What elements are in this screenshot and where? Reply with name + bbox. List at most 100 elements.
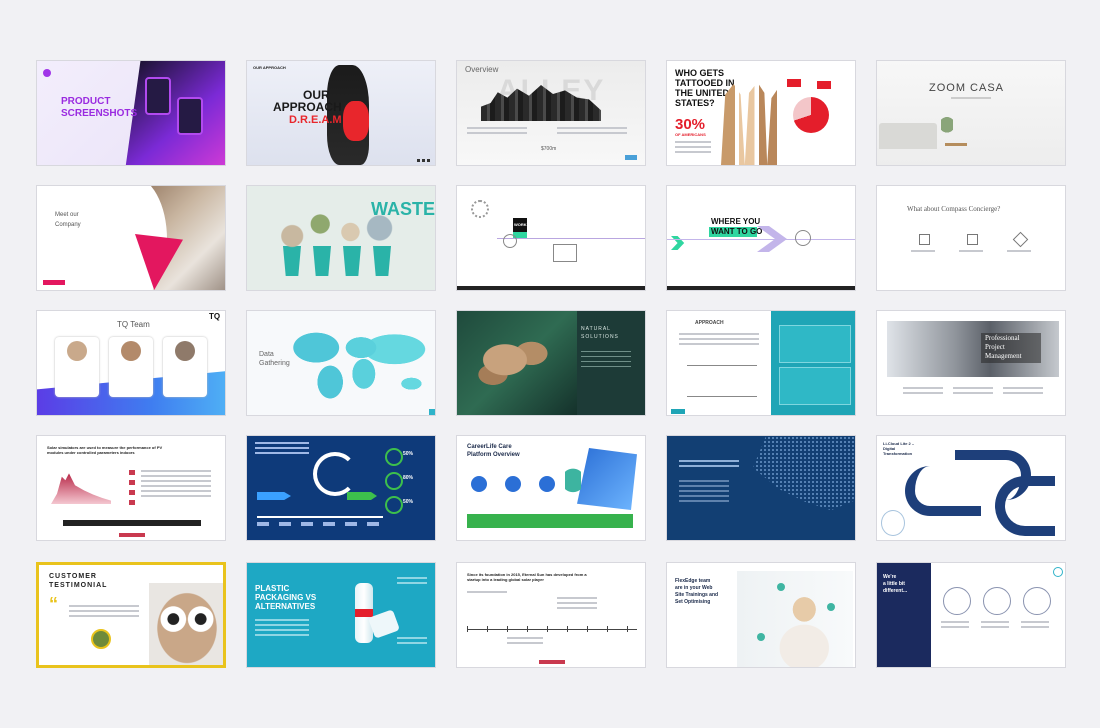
timeline-labels [257,522,383,526]
slide-thumbnail-digital-transformation[interactable]: Li-Cloud Lite 2 – Digital Transformation [876,435,1066,541]
slide-thumbnail-careerlife-care[interactable]: CareerLife Care Platform Overview [456,435,646,541]
slide-thumbnail-solar-simulators[interactable]: Solar simulators are used to measure the… [36,435,226,541]
slide-thumbnail-data-gathering[interactable]: Data Gathering [246,310,436,416]
text-lines [557,597,597,612]
slide-thumbnail-natural-solutions[interactable]: NATURAL SOLUTIONS [456,310,646,416]
brand-name: ZOOM CASA [929,82,1005,94]
bottle-label [355,609,373,617]
slide-thumbnail-approach[interactable]: APPROACH [666,310,856,416]
slide-title-line1: NATURAL [581,326,611,332]
sun-icon [471,200,489,218]
phone-mockup-image [145,77,171,115]
green-info-bar [467,514,633,528]
slide-thumbnail-overview[interactable]: Overview ALLEY $700m [456,60,646,166]
slide-title-line1: WHERE YOU [711,217,761,226]
line-art-icon [943,587,971,615]
laptop-line-icon [553,244,577,262]
network-node-icon [777,583,785,591]
phone-mockup-image [177,97,203,135]
slide-title-line3: Transformation [883,451,913,456]
text-lines [581,351,631,369]
text-lines [141,470,211,500]
slide-thumbnail-where-you-want-to-go[interactable]: WHERE YOU WANT TO GO [666,185,856,291]
text-lines [959,250,983,255]
slide-title-line1: We're [883,574,897,580]
logo-dot-icon [43,69,51,77]
text-lines [255,619,309,639]
slide-thumbnail-customer-testimonial[interactable]: CUSTOMER TESTIMONIAL “ [36,562,226,668]
slide-title: Overview [465,65,499,74]
hand-line-icon [795,230,811,246]
feature-icon [505,476,521,492]
slide-thumbnail-we-are-different[interactable]: We're a little bit different... [876,562,1066,668]
slide-thumbnail-eternal-sun-timeline[interactable]: Since its foundation in 2015, Eternal Su… [456,562,646,668]
slide-thumbnail-meet-our-company[interactable]: Meet our Company [36,185,226,291]
text-lines [1003,387,1043,397]
process-diagram-icon [687,365,757,397]
slide-title-line2: modules under controlled parameters indo… [47,450,135,455]
pie-chart-icon [793,97,829,133]
corner-mark-icon [1053,567,1063,577]
list-icons [129,470,135,510]
slide-thumbnail-dot-map[interactable] [666,435,856,541]
avatar [67,341,87,361]
people-photo-image [721,82,791,165]
text-lines [679,480,729,505]
text-lines [397,577,427,587]
slide-title-line4: Set Optimising [675,599,711,605]
bin-icon [343,246,361,276]
text-lines [675,141,711,156]
slide-title-line2: APPROACH [273,100,342,114]
slide-thumbnail-work-line-art[interactable]: WORK [456,185,646,291]
bin-icon [283,246,301,276]
stat-value: 30% [675,116,706,133]
network-node-icon [827,603,835,611]
slide-thumbnail-methodology[interactable]: 50% 80% 50% [246,435,436,541]
feature-icon [1012,231,1029,248]
line-art-icon [983,587,1011,615]
slide-thumbnail-tattoo-stats[interactable]: WHO GETS TATTOOED IN THE UNITED STATES? … [666,60,856,166]
slide-title-line1: Data [259,351,274,358]
text-lines [467,591,507,596]
slide-thumbnail-our-approach[interactable]: OUR APPROACH OUR APPROACH D.R.E.A.M [246,60,436,166]
text-lines [557,127,627,137]
slide-thumbnail-waste[interactable]: WASTE [246,185,436,291]
chart-panel [779,367,851,405]
logo-icon [43,280,65,285]
slide-title-line3: Management [985,352,1022,360]
slide-thumbnail-plastic-packaging[interactable]: PLASTIC PACKAGING VS ALTERNATIVES [246,562,436,668]
side-table-image [945,143,967,146]
slide-thumbnail-compass-concierge[interactable]: What about Compass Concierge? [876,185,1066,291]
text-lines [255,442,309,457]
line-art-icon [1023,587,1051,615]
slide-thumbnail-product-screenshots[interactable]: PRODUCT SCREENSHOTS [36,60,226,166]
illustration-image [881,510,905,536]
badge-icon [787,79,801,87]
corner-mark-icon [429,409,435,415]
slide-title-line2: Project [985,343,1005,351]
slide-thumbnail-flexedge-team[interactable]: FlexEdge team are in your Web Site Train… [666,562,856,668]
slide-thumbnail-zoom-casa[interactable]: ZOOM CASA [876,60,1066,166]
slide-thumbnail-tq-team[interactable]: TQ Team TQ [36,310,226,416]
slide-thumbnail-professional-project-management[interactable]: Professional Project Management [876,310,1066,416]
world-map-image [291,323,431,405]
caption-bar [63,520,201,526]
tag-label: WORK [514,222,527,227]
badge-icon [817,81,831,89]
stat-value: 80% [403,475,414,481]
text-lines [69,605,139,620]
slide-title-line2: Platform Overview [467,452,520,458]
bin-icon [373,246,391,276]
avatar [91,629,111,649]
slide-title-line2: Gathering [259,360,290,367]
text-lines [953,387,993,397]
text-lines [911,250,935,255]
slide-title-line1: PRODUCT [61,96,111,107]
slide-title-line4: STATES? [675,98,715,108]
feature-icon [967,234,978,245]
feature-icon [919,234,930,245]
phone-mockups-image [124,61,225,165]
chart-panel [779,325,851,363]
slide-title: What about Compass Concierge? [907,205,1001,213]
stat-ring-icon [385,496,403,514]
